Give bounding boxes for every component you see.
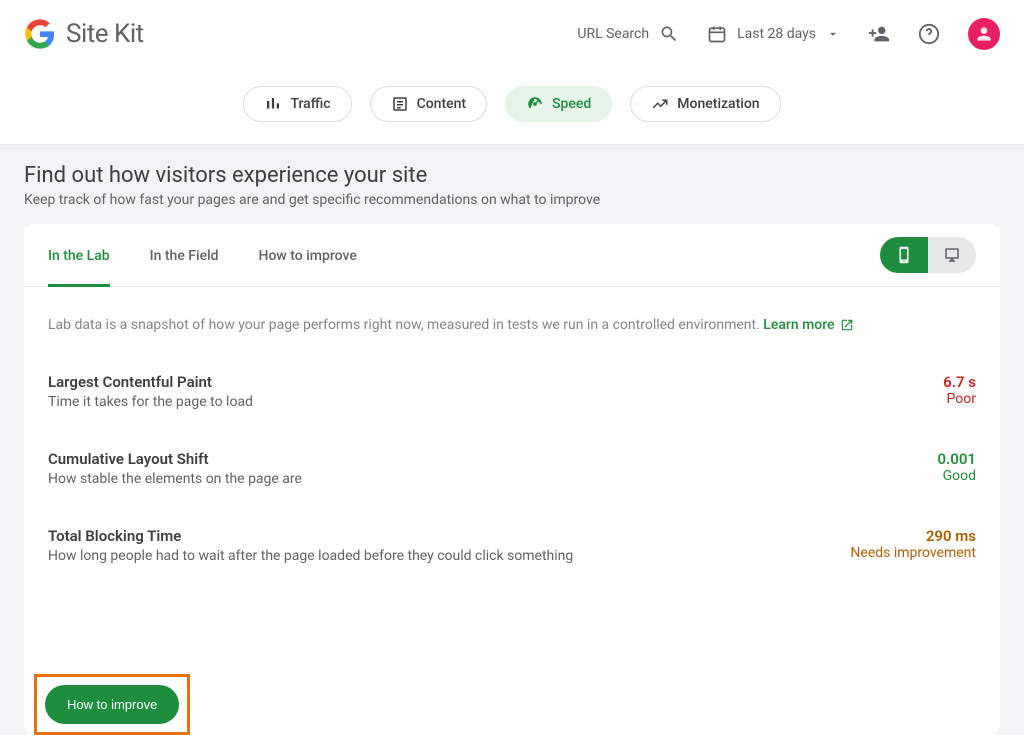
- external-link-icon: [840, 318, 854, 332]
- learn-more-link[interactable]: Learn more: [763, 317, 854, 333]
- metric-row: Cumulative Layout Shift How stable the e…: [48, 430, 976, 507]
- date-range[interactable]: Last 28 days: [707, 24, 840, 44]
- desktop-icon: [943, 246, 961, 264]
- metric-desc: Time it takes for the page to load: [48, 394, 253, 410]
- tab-monetization[interactable]: Monetization: [630, 86, 780, 122]
- metric-name: Total Blocking Time: [48, 527, 573, 545]
- url-search[interactable]: URL Search: [577, 24, 679, 44]
- metric-rating: Poor: [943, 391, 976, 407]
- user-icon: [974, 24, 994, 44]
- speed-icon: [526, 95, 544, 113]
- lab-description: Lab data is a snapshot of how your page …: [24, 287, 1000, 333]
- highlight-box: How to improve: [34, 674, 190, 735]
- metric-rating: Good: [937, 468, 976, 484]
- metric-desc: How stable the elements on the page are: [48, 471, 302, 487]
- url-search-label: URL Search: [577, 26, 649, 42]
- calendar-icon: [707, 24, 727, 44]
- metric-value: 0.001: [937, 450, 976, 468]
- subtab-how-to-improve[interactable]: How to improve: [259, 224, 357, 287]
- page-heading: Find out how visitors experience your si…: [0, 145, 1024, 224]
- tab-label: Monetization: [677, 96, 759, 112]
- metric-row: Total Blocking Time How long people had …: [48, 507, 976, 584]
- bar-chart-icon: [264, 95, 282, 113]
- speed-subtabs: In the Lab In the Field How to improve: [24, 224, 1000, 287]
- how-to-improve-button[interactable]: How to improve: [45, 685, 179, 724]
- lab-desc-text: Lab data is a snapshot of how your page …: [48, 317, 763, 333]
- tab-label: Traffic: [290, 96, 330, 112]
- chevron-down-icon: [826, 27, 840, 41]
- date-range-label: Last 28 days: [737, 26, 816, 42]
- metric-name: Cumulative Layout Shift: [48, 450, 302, 468]
- search-icon: [659, 24, 679, 44]
- speed-card: In the Lab In the Field How to improve L…: [24, 224, 1000, 735]
- device-toggle: [880, 237, 976, 273]
- person-add-icon: [868, 23, 890, 45]
- add-user-button[interactable]: [868, 23, 890, 45]
- logo-text: Site Kit: [66, 19, 144, 49]
- metric-row: Largest Contentful Paint Time it takes f…: [48, 353, 976, 430]
- google-logo-icon: [24, 18, 56, 50]
- device-desktop[interactable]: [928, 237, 976, 273]
- tab-label: Speed: [552, 96, 591, 112]
- header: Site Kit URL Search Last 28 days: [0, 0, 1024, 68]
- metric-desc: How long people had to wait after the pa…: [48, 548, 573, 564]
- tab-label: Content: [417, 96, 467, 112]
- metric-name: Largest Contentful Paint: [48, 373, 253, 391]
- tab-content[interactable]: Content: [370, 86, 488, 122]
- subtab-in-the-lab[interactable]: In the Lab: [48, 224, 110, 287]
- logo[interactable]: Site Kit: [24, 18, 144, 50]
- page-subtitle: Keep track of how fast your pages are an…: [24, 192, 1000, 208]
- subtab-in-the-field[interactable]: In the Field: [150, 224, 219, 287]
- metric-rating: Needs improvement: [850, 545, 976, 561]
- device-mobile[interactable]: [880, 237, 928, 273]
- tab-traffic[interactable]: Traffic: [243, 86, 351, 122]
- help-button[interactable]: [918, 23, 940, 45]
- main-tabs: Traffic Content Speed Monetization: [0, 68, 1024, 145]
- page-title: Find out how visitors experience your si…: [24, 163, 1000, 188]
- metric-value: 6.7 s: [943, 373, 976, 391]
- mobile-icon: [895, 246, 913, 264]
- metric-value: 290 ms: [850, 527, 976, 545]
- header-actions: URL Search Last 28 days: [577, 18, 1000, 50]
- help-icon: [918, 23, 940, 45]
- avatar[interactable]: [968, 18, 1000, 50]
- tab-speed[interactable]: Speed: [505, 86, 612, 122]
- trending-icon: [651, 95, 669, 113]
- document-icon: [391, 95, 409, 113]
- metrics-list: Largest Contentful Paint Time it takes f…: [24, 333, 1000, 584]
